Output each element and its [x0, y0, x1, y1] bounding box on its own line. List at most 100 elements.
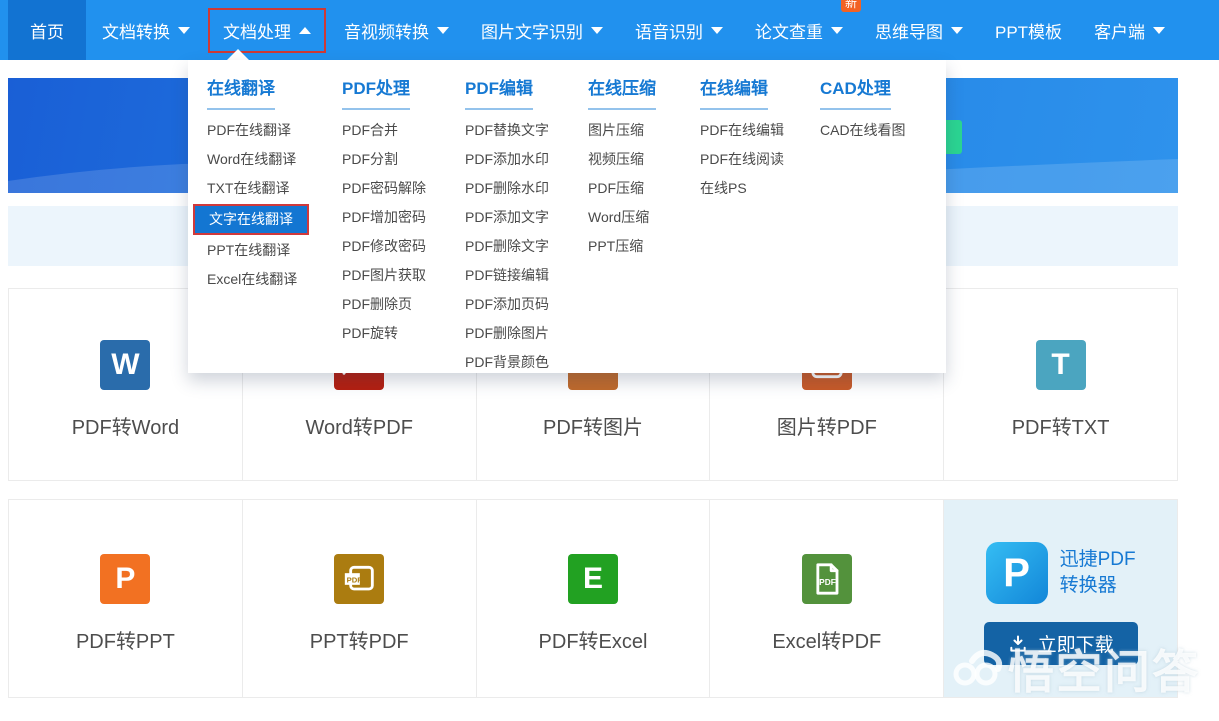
- menu-item[interactable]: CAD在线看图: [820, 116, 946, 145]
- chevron-down-icon: [951, 27, 963, 34]
- menu-item[interactable]: PDF压缩: [588, 174, 700, 203]
- menu-column-list: CAD在线看图: [820, 116, 946, 145]
- menu-item[interactable]: Excel在线翻译: [207, 265, 342, 294]
- menu-column-4: 在线编辑 PDF在线编辑PDF在线阅读在线PS: [700, 74, 820, 373]
- nav-item-label: 思维导图: [875, 18, 943, 43]
- nav-items: 文档转换文档处理音视频转换图片文字识别语音识别论文查重新思维导图PPT模板客户端: [86, 0, 1181, 60]
- menu-column-list: PDF合并PDF分割PDF密码解除PDF增加密码PDF修改密码PDF图片获取PD…: [342, 116, 465, 348]
- wukong-watermark-text: 悟空问答: [1008, 636, 1200, 702]
- nav-item-7[interactable]: PPT模板: [981, 10, 1076, 51]
- menu-item[interactable]: Word在线翻译: [207, 145, 342, 174]
- chevron-down-icon: [437, 27, 449, 34]
- menu-item[interactable]: PDF替换文字: [465, 116, 588, 145]
- menu-column-1: PDF处理 PDF合并PDF分割PDF密码解除PDF增加密码PDF修改密码PDF图…: [342, 74, 465, 373]
- menu-column-title[interactable]: 在线压缩: [588, 74, 656, 110]
- nav-item-label: 文档转换: [102, 18, 170, 43]
- app-name-line1: 迅捷PDF: [1060, 547, 1136, 573]
- nav-item-label: 语音识别: [635, 18, 703, 43]
- menu-item[interactable]: PDF删除图片: [465, 319, 588, 348]
- menu-column-title[interactable]: 在线翻译: [207, 74, 275, 110]
- converter-card-label: PDF转图片: [543, 411, 643, 440]
- menu-item[interactable]: PPT压缩: [588, 232, 700, 261]
- menu-column-title[interactable]: CAD处理: [820, 74, 891, 110]
- converter-card-label: Excel转PDF: [772, 625, 881, 654]
- converter-card-label: 图片转PDF: [777, 411, 877, 440]
- menu-item[interactable]: PDF添加页码: [465, 290, 588, 319]
- menu-item[interactable]: PDF删除页: [342, 290, 465, 319]
- menu-column-3: 在线压缩图片压缩视频压缩PDF压缩Word压缩PPT压缩: [588, 74, 700, 373]
- menu-column-title[interactable]: 在线编辑: [700, 74, 768, 110]
- menu-item[interactable]: PDF添加水印: [465, 145, 588, 174]
- converter-card[interactable]: PDF PPT转PDF: [243, 500, 477, 697]
- menu-item[interactable]: PDF分割: [342, 145, 465, 174]
- menu-item[interactable]: PDF添加文字: [465, 203, 588, 232]
- wukong-monkey-icon: [952, 641, 1008, 697]
- top-nav: 首页 文档转换文档处理音视频转换图片文字识别语音识别论文查重新思维导图PPT模板…: [0, 0, 1219, 60]
- nav-item-2[interactable]: 音视频转换: [330, 10, 463, 51]
- converter-card[interactable]: TPDF转TXT: [944, 289, 1177, 480]
- converter-card-label: PPT转PDF: [310, 625, 409, 654]
- menu-column-list: PDF在线编辑PDF在线阅读在线PS: [700, 116, 820, 203]
- nav-item-label: 文档处理: [223, 18, 291, 43]
- nav-item-label: PPT模板: [995, 18, 1062, 43]
- menu-column-title[interactable]: PDF编辑: [465, 74, 533, 110]
- chevron-down-icon: [591, 27, 603, 34]
- svg-text:PDF: PDF: [819, 576, 836, 586]
- menu-item[interactable]: PDF修改密码: [342, 232, 465, 261]
- menu-item[interactable]: PDF增加密码: [342, 203, 465, 232]
- document-processing-dropdown: 在线翻译 PDF在线翻译Word在线翻译TXT在线翻译文字在线翻译PPT在线翻译E…: [188, 60, 946, 373]
- nav-item-8[interactable]: 客户端: [1080, 10, 1179, 51]
- nav-item-home[interactable]: 首页: [8, 0, 86, 60]
- menu-item[interactable]: 视频压缩: [588, 145, 700, 174]
- chevron-down-icon: [1153, 27, 1165, 34]
- menu-item[interactable]: PDF在线编辑: [700, 116, 820, 145]
- app-identity: P迅捷PDF转换器: [986, 542, 1136, 604]
- app-name: 迅捷PDF转换器: [1060, 547, 1136, 598]
- menu-item[interactable]: PDF旋转: [342, 319, 465, 348]
- menu-item[interactable]: PDF删除水印: [465, 174, 588, 203]
- converter-card-label: PDF转PPT: [76, 625, 175, 654]
- nav-item-5[interactable]: 论文查重新: [741, 10, 857, 51]
- nav-item-6[interactable]: 思维导图: [861, 10, 977, 51]
- pdf-converter-logo-icon: P: [986, 542, 1048, 604]
- svg-text:PDF: PDF: [347, 575, 363, 584]
- dropdown-pointer-triangle: [227, 49, 249, 60]
- chevron-down-icon: [711, 27, 723, 34]
- converter-card-label: PDF转Word: [72, 411, 179, 440]
- menu-item[interactable]: 文字在线翻译: [193, 204, 309, 235]
- nav-item-4[interactable]: 语音识别: [621, 10, 737, 51]
- menu-item[interactable]: PDF密码解除: [342, 174, 465, 203]
- menu-column-5: CAD处理 CAD在线看图: [820, 74, 946, 373]
- ppt-letter-icon: P: [100, 554, 150, 604]
- converter-card[interactable]: P PDF转PPT: [9, 500, 243, 697]
- menu-item[interactable]: PDF链接编辑: [465, 261, 588, 290]
- menu-item[interactable]: PDF图片获取: [342, 261, 465, 290]
- menu-item[interactable]: Word压缩: [588, 203, 700, 232]
- nav-item-label: 客户端: [1094, 18, 1145, 43]
- menu-column-title[interactable]: PDF处理: [342, 74, 410, 110]
- menu-item[interactable]: PDF在线翻译: [207, 116, 342, 145]
- new-badge: 新: [841, 0, 861, 12]
- menu-item[interactable]: 图片压缩: [588, 116, 700, 145]
- menu-item[interactable]: PDF在线阅读: [700, 145, 820, 174]
- nav-item-3[interactable]: 图片文字识别: [467, 10, 617, 51]
- nav-item-0[interactable]: 文档转换: [88, 10, 204, 51]
- nav-item-label: 论文查重: [755, 18, 823, 43]
- menu-item[interactable]: 在线PS: [700, 174, 820, 203]
- menu-item[interactable]: PDF合并: [342, 116, 465, 145]
- app-name-line2: 转换器: [1060, 573, 1136, 599]
- nav-item-1[interactable]: 文档处理: [208, 8, 326, 53]
- chevron-down-icon: [178, 27, 190, 34]
- pdf-file-icon: PDF: [802, 554, 852, 604]
- menu-column-2: PDF编辑 PDF替换文字PDF添加水印PDF删除水印PDF添加文字PDF删除文字…: [465, 74, 588, 373]
- converter-card-label: PDF转TXT: [1012, 411, 1110, 440]
- converter-card-label: Word转PDF: [305, 411, 412, 440]
- menu-item[interactable]: PDF背景颜色: [465, 348, 588, 377]
- menu-item[interactable]: PPT在线翻译: [207, 236, 342, 265]
- chevron-down-icon: [831, 27, 843, 34]
- converter-card[interactable]: EPDF转Excel: [477, 500, 711, 697]
- excel-letter-icon: E: [568, 554, 618, 604]
- menu-item[interactable]: PDF删除文字: [465, 232, 588, 261]
- menu-item[interactable]: TXT在线翻译: [207, 174, 342, 203]
- converter-card[interactable]: PDF Excel转PDF: [710, 500, 944, 697]
